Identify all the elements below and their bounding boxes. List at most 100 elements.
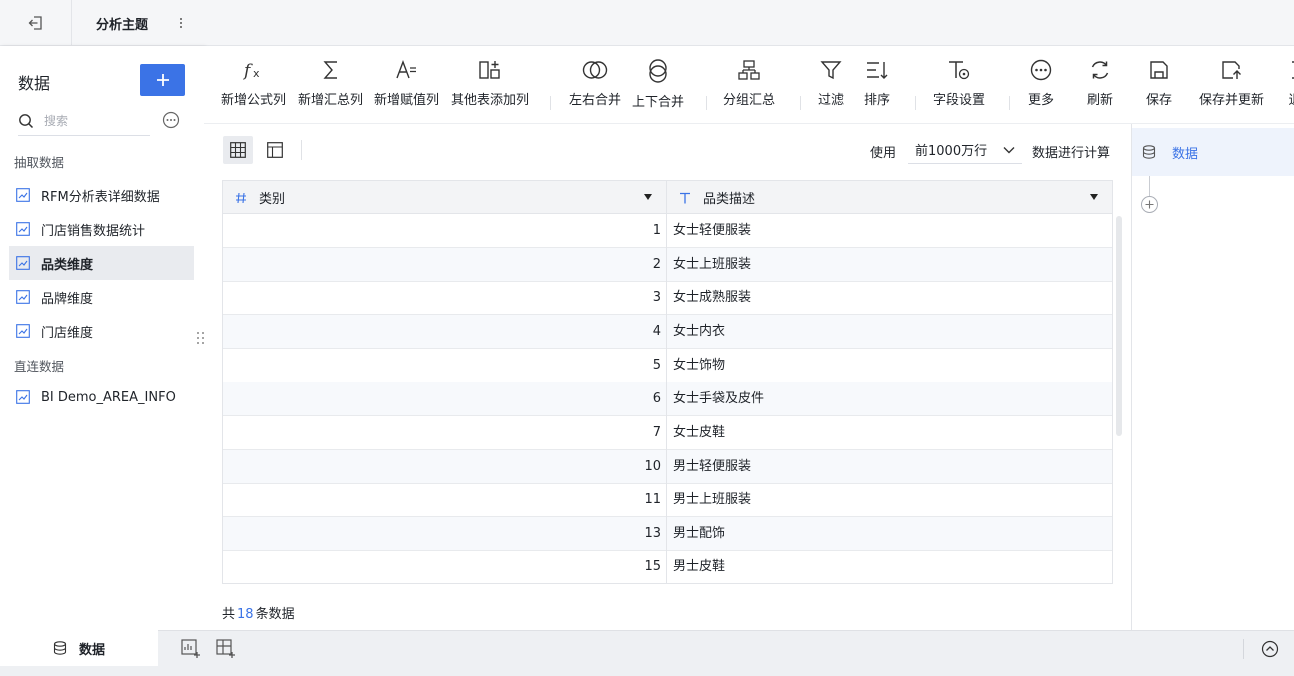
- toolbar-label: 左右合并: [569, 93, 622, 108]
- sort-dropdown-icon[interactable]: [644, 194, 652, 200]
- sidebar-item-brand-dim[interactable]: 品牌维度: [9, 280, 194, 314]
- chevron-up-circle-icon[interactable]: [1261, 640, 1279, 658]
- table-view-icon: [230, 142, 246, 158]
- search-icon: [19, 113, 34, 128]
- sidebar-item-store-sales[interactable]: 门店销售数据统计: [9, 212, 194, 246]
- process-panel: 数据: [1131, 124, 1294, 630]
- row-count-suffix: 条数据: [255, 607, 295, 622]
- row-count-prefix: 共: [222, 607, 236, 622]
- sidebar-heading: 数据: [18, 74, 51, 93]
- toolbar-label: 过滤: [818, 93, 845, 108]
- cell-description: 男士上班服装: [673, 492, 752, 507]
- calc-label: 数据进行计算: [1032, 146, 1111, 161]
- more-button[interactable]: 更多: [1028, 59, 1054, 111]
- sidebar-item-label: 门店维度: [41, 325, 94, 341]
- ellipsis-circle-icon[interactable]: [162, 111, 180, 129]
- group-summary-button[interactable]: 分组汇总: [723, 59, 775, 111]
- toolbar-label: 新增公式列: [221, 93, 287, 108]
- exit-button[interactable]: [0, 0, 72, 45]
- table-row[interactable]: 3 女士成熟服装: [223, 281, 1112, 315]
- cell-description: 女士上班服装: [673, 257, 752, 272]
- layout-view-button[interactable]: [260, 136, 290, 164]
- cell-description: 女士内衣: [673, 324, 726, 339]
- table-row[interactable]: 15 男士皮鞋: [223, 550, 1112, 583]
- row-count-number: 18: [237, 607, 254, 622]
- cell-category: 15: [644, 559, 661, 574]
- cell-category: 11: [644, 492, 661, 507]
- table-chart-icon: [16, 324, 30, 338]
- sigma-icon: [322, 61, 337, 79]
- toolbar-label: 保存: [1146, 93, 1173, 108]
- process-connector: [1149, 176, 1150, 196]
- table-row[interactable]: 11 男士上班服装: [223, 483, 1112, 517]
- table-row[interactable]: 5 女士饰物: [223, 349, 1112, 383]
- sidebar-item-category-dim[interactable]: 品类维度: [9, 246, 194, 280]
- sidebar-item-label: 品牌维度: [41, 291, 94, 307]
- column-header-category[interactable]: 类别: [223, 181, 666, 214]
- table-scrollbar[interactable]: [1116, 216, 1122, 436]
- data-sidebar: 数据 抽取数据 RFM分析表详细数据 门店销售数据统计 品类维度 品牌维度 门店…: [0, 46, 204, 630]
- table-row[interactable]: 2 女士上班服装: [223, 248, 1112, 282]
- table-view-button[interactable]: [223, 136, 253, 164]
- horizontal-merge-button[interactable]: 左右合并: [569, 59, 621, 111]
- add-column-from-table-button[interactable]: 其他表添加列: [451, 59, 529, 111]
- row-limit-select[interactable]: 前1000万行: [908, 136, 1022, 164]
- sort-dropdown-icon[interactable]: [1090, 194, 1098, 200]
- search-box: [18, 106, 150, 136]
- table-chart-icon: [16, 256, 30, 270]
- add-formula-column-button[interactable]: fx 新增公式列: [221, 59, 286, 111]
- column-header-label: 类别: [259, 192, 286, 207]
- cell-description: 女士手袋及皮件: [673, 391, 765, 406]
- table-row[interactable]: 1 女士轻便服装: [223, 214, 1112, 248]
- group-summary-icon: [738, 60, 760, 80]
- sidebar-item-label: 门店销售数据统计: [41, 223, 146, 239]
- use-label: 使用: [870, 146, 897, 161]
- process-node-data[interactable]: 数据: [1132, 128, 1294, 176]
- add-component-icon[interactable]: [180, 638, 202, 660]
- field-settings-button[interactable]: 字段设置: [933, 59, 985, 111]
- filter-button[interactable]: 过滤: [818, 59, 844, 111]
- refresh-icon: [1091, 61, 1109, 79]
- text-type-icon: [680, 192, 690, 203]
- column-header-description[interactable]: 品类描述: [667, 181, 1112, 214]
- add-step-button[interactable]: [1141, 196, 1158, 213]
- sidebar-item-area-info[interactable]: BI Demo_AREA_INFO: [9, 380, 194, 414]
- add-assign-column-button[interactable]: 新增赋值列: [374, 59, 439, 111]
- add-data-button[interactable]: [140, 64, 185, 96]
- toolbar-divider: [550, 96, 551, 110]
- save-button[interactable]: 保存: [1146, 59, 1172, 111]
- toolbar-label: 字段设置: [933, 93, 986, 108]
- vertical-merge-button[interactable]: 上下合并: [632, 59, 684, 111]
- cell-description: 女士成熟服装: [673, 290, 752, 305]
- add-summary-column-button[interactable]: 新增汇总列: [298, 59, 363, 111]
- row-count: 共 18 条数据: [222, 603, 295, 622]
- title-more-button[interactable]: [174, 13, 188, 33]
- table-row[interactable]: 10 男士轻便服装: [223, 450, 1112, 484]
- number-type-icon: [236, 192, 246, 203]
- sidebar-item-store-dim[interactable]: 门店维度: [9, 314, 194, 348]
- table-row[interactable]: 6 女士手袋及皮件: [223, 382, 1112, 416]
- page-title: 分析主题: [96, 18, 149, 33]
- cell-description: 男士皮鞋: [673, 559, 726, 574]
- table-row[interactable]: 4 女士内衣: [223, 315, 1112, 349]
- sidebar-item-rfm[interactable]: RFM分析表详细数据: [9, 178, 194, 212]
- cell-description: 女士轻便服装: [673, 223, 752, 238]
- toolbar-label: 排序: [864, 93, 891, 108]
- exit-edit-button[interactable]: 退: [1284, 59, 1294, 111]
- svg-text:x: x: [253, 67, 260, 80]
- sort-button[interactable]: 排序: [864, 59, 890, 111]
- cell-category: 3: [652, 290, 661, 305]
- table-row[interactable]: 13 男士配饰: [223, 517, 1112, 551]
- refresh-button[interactable]: 刷新: [1087, 59, 1113, 111]
- save-icon: [1150, 61, 1168, 79]
- vertical-dots-icon: [180, 18, 182, 28]
- top-bar: 分析主题: [0, 0, 1294, 46]
- cell-category: 5: [652, 358, 661, 373]
- tab-data[interactable]: 数据: [0, 630, 158, 666]
- save-and-update-button[interactable]: 保存并更新: [1199, 59, 1264, 111]
- search-input[interactable]: [44, 113, 144, 128]
- add-dashboard-icon[interactable]: [215, 638, 237, 660]
- bottom-bar: 数据: [0, 630, 1294, 676]
- table-row[interactable]: 7 女士皮鞋: [223, 416, 1112, 450]
- sidebar-item-label: 品类维度: [41, 257, 94, 273]
